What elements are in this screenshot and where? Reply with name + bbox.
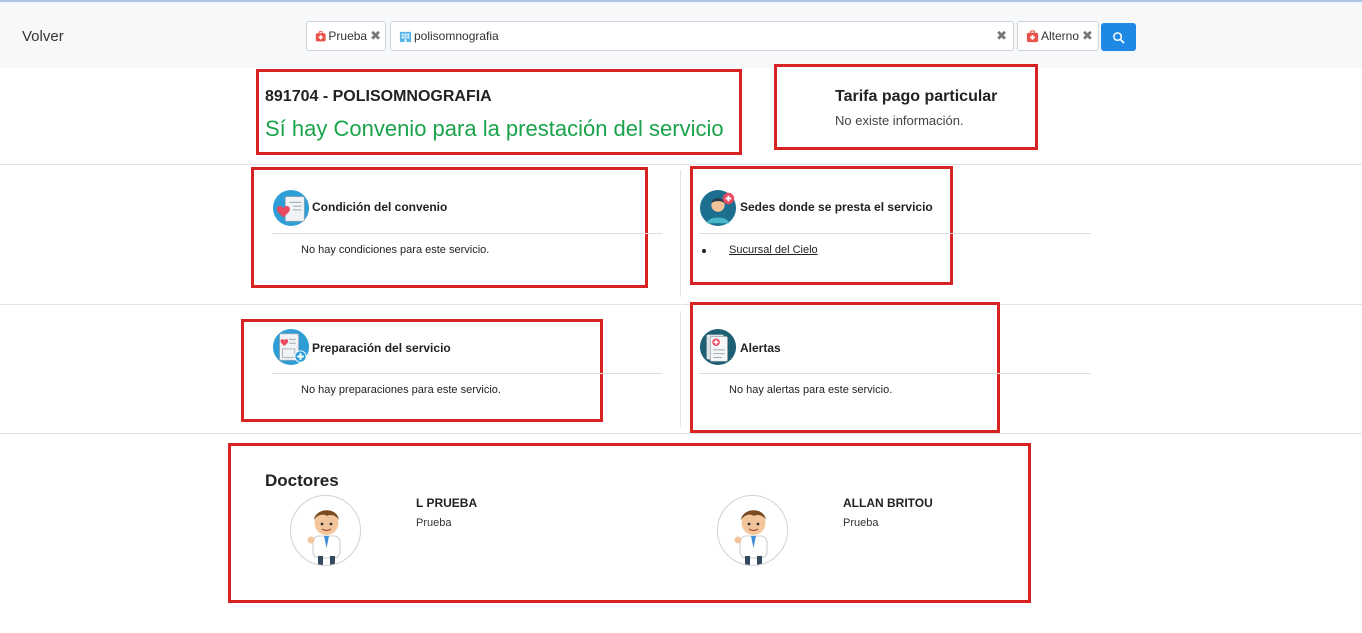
search-header: Volver Prueba ✖ polisomnografia ✖ Altern… (0, 2, 1362, 68)
search-button[interactable] (1101, 23, 1136, 51)
section-divider (0, 164, 1362, 165)
chip-prueba-remove-icon[interactable]: ✖ (370, 28, 381, 44)
heart-document-icon (272, 189, 310, 227)
medical-kit-icon (315, 30, 326, 41)
card-preparacion-text: No hay preparaciones para este servicio. (301, 384, 501, 396)
back-link[interactable]: Volver (22, 28, 64, 45)
highlight-box-tarifa (774, 64, 1038, 150)
column-divider (680, 170, 681, 297)
tarifa-title: Tarifa pago particular (835, 88, 998, 105)
service-search-input[interactable]: polisomnografia ✖ (390, 21, 1014, 51)
section-divider (0, 433, 1362, 434)
alert-document-icon (699, 328, 737, 366)
doctor-avatar-icon (307, 510, 341, 565)
card-condicion-title: Condición del convenio (312, 200, 448, 214)
search-input-value: polisomnografia (414, 29, 499, 43)
doctor-name: L PRUEBA (416, 496, 478, 510)
doctor-name: ALLAN BRITOU (843, 496, 933, 510)
convenio-status: Sí hay Convenio para la prestación del s… (265, 116, 724, 141)
doctor-avatar-icon (734, 510, 768, 565)
search-clear-icon[interactable]: ✖ (996, 28, 1007, 44)
doctor-subtitle: Prueba (843, 517, 879, 529)
building-icon (399, 31, 412, 42)
list-bullet (702, 249, 706, 253)
card-divider (699, 373, 1091, 374)
highlight-box-service (256, 69, 742, 155)
highlight-box-alertas (690, 302, 1000, 433)
chip-prueba-label: Prueba (328, 29, 368, 43)
card-divider (272, 373, 662, 374)
tarifa-text: No existe información. (835, 113, 964, 128)
doctor-avatar (717, 495, 788, 566)
chip-alterno-remove-icon[interactable]: ✖ (1082, 28, 1093, 44)
sede-link[interactable]: Sucursal del Cielo (729, 244, 818, 256)
search-icon (1113, 31, 1125, 43)
card-alertas-text: No hay alertas para este servicio. (729, 384, 893, 396)
nurse-icon (699, 189, 737, 227)
card-sedes-title: Sedes donde se presta el servicio (740, 200, 933, 214)
chip-alterno-label: Alterno (1041, 29, 1080, 43)
card-divider (272, 233, 662, 234)
card-alertas-title: Alertas (740, 341, 781, 355)
doctor-avatar (290, 495, 361, 566)
section-divider (0, 304, 1362, 305)
card-condicion-text: No hay condiciones para este servicio. (301, 244, 490, 256)
card-preparacion-title: Preparación del servicio (312, 341, 451, 355)
doctores-title: Doctores (265, 471, 339, 490)
chip-alterno[interactable]: Alterno ✖ (1017, 21, 1099, 51)
medical-kit-icon (1026, 29, 1039, 42)
doctor-subtitle: Prueba (416, 517, 452, 529)
card-divider (699, 233, 1091, 234)
column-divider (680, 311, 681, 427)
chip-prueba[interactable]: Prueba ✖ (306, 21, 386, 51)
service-code-title: 891704 - POLISOMNOGRAFIA (265, 88, 492, 105)
clipboard-icon (272, 328, 310, 366)
highlight-box-condicion (251, 167, 648, 288)
